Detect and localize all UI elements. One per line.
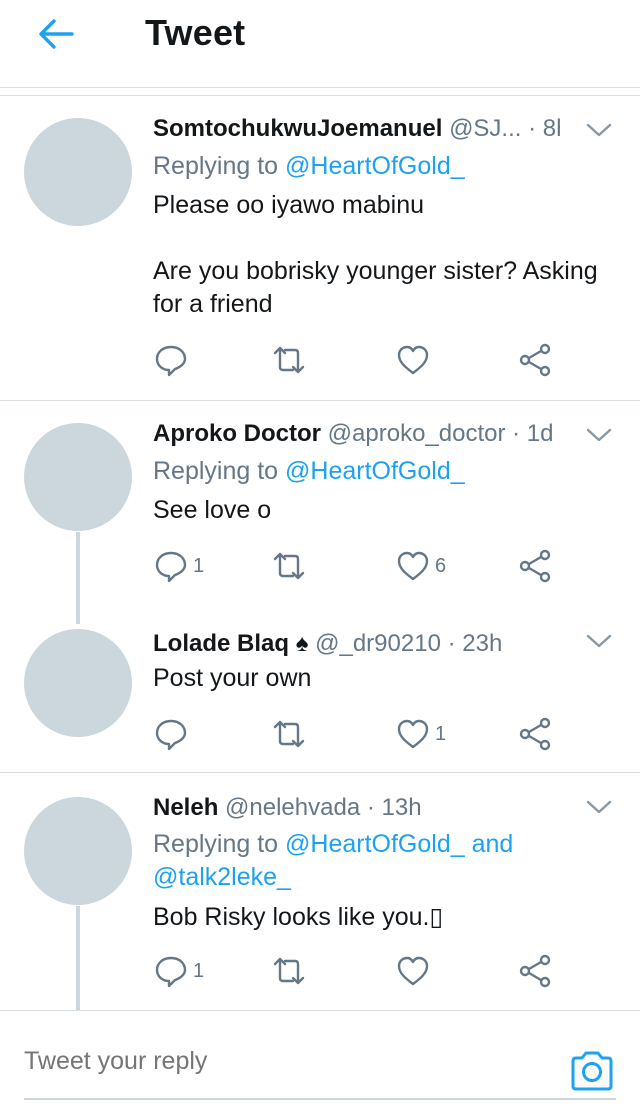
tweet-text: Please oo iyawo mabinu Are you bobrisky … xyxy=(153,191,598,318)
reply-composer xyxy=(0,1010,640,1114)
heart-icon xyxy=(397,551,429,581)
replying-to: Replying to @HeartOfGold_ xyxy=(153,455,610,488)
input-underline xyxy=(24,1098,616,1100)
tweet-header: Aproko Doctor @aproko_doctor · 1d xyxy=(153,419,560,449)
page-title: Tweet xyxy=(145,12,246,53)
mention-link[interactable]: @HeartOfGold_ xyxy=(285,457,465,485)
separator-dot: · xyxy=(505,420,527,447)
avatar[interactable] xyxy=(24,797,132,905)
chevron-down-icon[interactable] xyxy=(586,427,612,443)
display-name[interactable]: Lolade Blaq xyxy=(153,630,289,657)
share-button[interactable] xyxy=(517,714,553,754)
mention-joiner: and xyxy=(464,830,514,858)
timestamp: 13h xyxy=(381,794,422,821)
camera-button[interactable] xyxy=(568,1049,616,1093)
heart-icon xyxy=(397,719,429,749)
avatar[interactable] xyxy=(24,118,132,226)
user-handle[interactable]: @SJ... xyxy=(449,115,521,142)
like-button[interactable] xyxy=(395,951,435,991)
replying-to-label: Replying to xyxy=(153,830,286,858)
chevron-down-icon[interactable] xyxy=(586,633,612,649)
retweet-icon xyxy=(273,720,305,748)
like-count: 1 xyxy=(435,722,447,745)
reply-button[interactable]: 1 xyxy=(153,951,204,991)
spade-emoji: ♠ xyxy=(295,630,309,657)
reply-count: 1 xyxy=(193,554,205,577)
replying-to: Replying to @HeartOfGold_ and @talk2leke_ xyxy=(153,828,610,894)
reply-tweet[interactable]: Neleh @nelehvada · 13h Replying to @Hear… xyxy=(0,773,640,1010)
tweet-header: Lolade Blaq ♠ @_dr90210 · 23h xyxy=(153,629,560,659)
retweet-button[interactable] xyxy=(271,340,311,380)
previous-content-edge xyxy=(0,88,640,96)
reply-tweet[interactable]: Lolade Blaq ♠ @_dr90210 · 23h Post your … xyxy=(0,609,640,772)
retweet-icon xyxy=(273,957,305,985)
reply-button[interactable] xyxy=(153,340,193,380)
retweet-icon xyxy=(273,552,305,580)
separator-dot: · xyxy=(528,115,543,142)
arrow-left-icon xyxy=(39,19,74,49)
tweet-actions xyxy=(153,340,573,380)
tweet-text: Post your own xyxy=(153,664,312,692)
chevron-down-icon[interactable] xyxy=(586,799,612,815)
reply-icon xyxy=(155,551,187,583)
retweet-button[interactable] xyxy=(271,546,311,586)
share-icon xyxy=(519,549,551,583)
heart-icon xyxy=(397,345,429,375)
timestamp: 23h xyxy=(462,630,503,657)
retweet-button[interactable] xyxy=(271,951,311,991)
tweet-actions: 1 6 xyxy=(153,546,573,586)
reply-icon xyxy=(155,719,187,751)
tweet-text: Bob Risky looks like you.▯ xyxy=(153,903,444,931)
like-button[interactable] xyxy=(395,340,435,380)
share-icon xyxy=(519,954,551,988)
tweet-header: Neleh @nelehvada · 13h xyxy=(153,793,560,823)
avatar[interactable] xyxy=(24,423,132,531)
mention-link[interactable]: @HeartOfGold_ xyxy=(285,830,465,858)
reply-tweet[interactable]: Aproko Doctor @aproko_doctor · 1d Replyi… xyxy=(0,401,640,609)
like-button[interactable]: 1 xyxy=(395,714,446,754)
camera-icon xyxy=(571,1051,613,1091)
separator-dot: · xyxy=(440,630,463,657)
retweet-button[interactable] xyxy=(271,714,311,754)
share-button[interactable] xyxy=(517,340,553,380)
reply-tweet[interactable]: SomtochukwuJoemanuel @SJ... · 8h Replyin… xyxy=(0,96,640,400)
display-name[interactable]: Neleh xyxy=(153,794,218,821)
timestamp: 8h xyxy=(542,115,560,142)
timestamp: 1d xyxy=(526,420,554,447)
mention-link[interactable]: @HeartOfGold_ xyxy=(285,152,465,180)
user-handle[interactable]: @aproko_doctor xyxy=(328,420,506,447)
share-button[interactable] xyxy=(517,546,553,586)
replying-to-label: Replying to xyxy=(153,152,286,180)
share-icon xyxy=(519,343,551,377)
reply-icon xyxy=(155,956,187,988)
tweet-text: See love o xyxy=(153,496,272,524)
retweet-icon xyxy=(273,346,305,374)
share-icon xyxy=(519,717,551,751)
like-count: 6 xyxy=(435,554,447,577)
heart-icon xyxy=(397,956,429,986)
chevron-down-icon[interactable] xyxy=(586,122,612,138)
display-name[interactable]: Aproko Doctor xyxy=(153,420,321,447)
separator-dot: · xyxy=(360,794,382,821)
share-button[interactable] xyxy=(517,951,553,991)
reply-input[interactable] xyxy=(24,1047,544,1076)
top-app-bar: Tweet xyxy=(0,0,640,88)
reply-count: 1 xyxy=(193,959,205,982)
tweet-actions: 1 xyxy=(153,714,573,754)
avatar[interactable] xyxy=(24,629,132,737)
user-handle[interactable]: @_dr90210 xyxy=(315,630,441,657)
reply-button[interactable] xyxy=(153,714,193,754)
tweet-actions: 1 xyxy=(153,951,573,991)
replying-to: Replying to @HeartOfGold_ xyxy=(153,150,610,183)
reply-button[interactable]: 1 xyxy=(153,546,204,586)
back-button[interactable] xyxy=(36,14,76,54)
reply-icon xyxy=(155,345,187,377)
like-button[interactable]: 6 xyxy=(395,546,446,586)
mention-link[interactable]: @talk2leke_ xyxy=(153,863,291,891)
display-name[interactable]: SomtochukwuJoemanuel xyxy=(153,115,442,142)
tweet-header: SomtochukwuJoemanuel @SJ... · 8h xyxy=(153,114,560,144)
replying-to-label: Replying to xyxy=(153,457,286,485)
user-handle[interactable]: @nelehvada xyxy=(225,794,360,821)
